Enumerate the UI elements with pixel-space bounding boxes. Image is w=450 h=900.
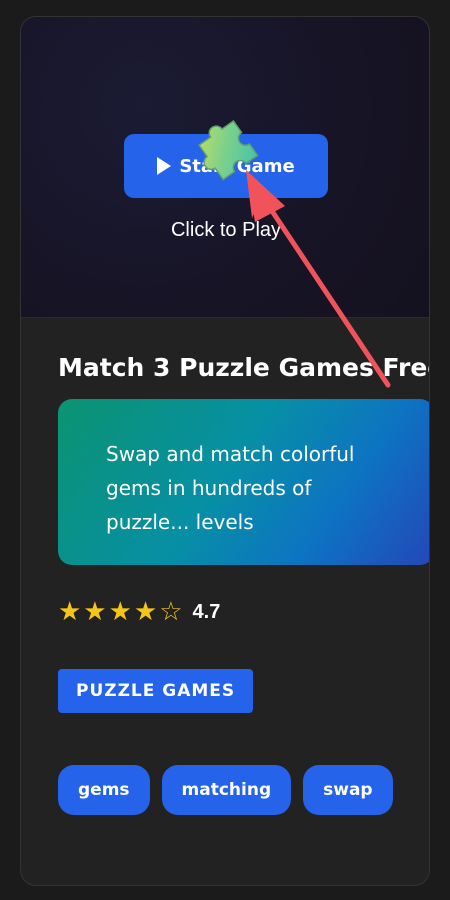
rating-stars: ★★★★☆ <box>58 597 185 627</box>
tag-swap[interactable]: swap <box>303 765 393 815</box>
click-to-play-text: Click to Play <box>170 219 282 241</box>
description-box: Swap and match colorful gems in hundreds… <box>58 399 429 565</box>
tag-gems[interactable]: gems <box>58 765 150 815</box>
rating-value: 4.7 <box>192 600 221 623</box>
play-icon <box>157 157 172 175</box>
category-badge[interactable]: PUZZLE GAMES <box>58 669 254 713</box>
tag-list: gems matching swap <box>58 765 393 815</box>
tag-matching[interactable]: matching <box>161 765 292 815</box>
start-game-button[interactable]: Start Game <box>124 134 328 198</box>
description-text: Swap and match colorful gems in hundreds… <box>106 442 355 534</box>
game-preview[interactable]: Start Game Click to Play <box>21 17 429 318</box>
game-card: Start Game Click to Play Match 3 Puzzle … <box>20 16 430 886</box>
game-title: Match 3 Puzzle Games Free <box>58 353 430 382</box>
start-game-label: Start Game <box>179 155 295 177</box>
rating: ★★★★☆ 4.7 <box>58 597 220 627</box>
